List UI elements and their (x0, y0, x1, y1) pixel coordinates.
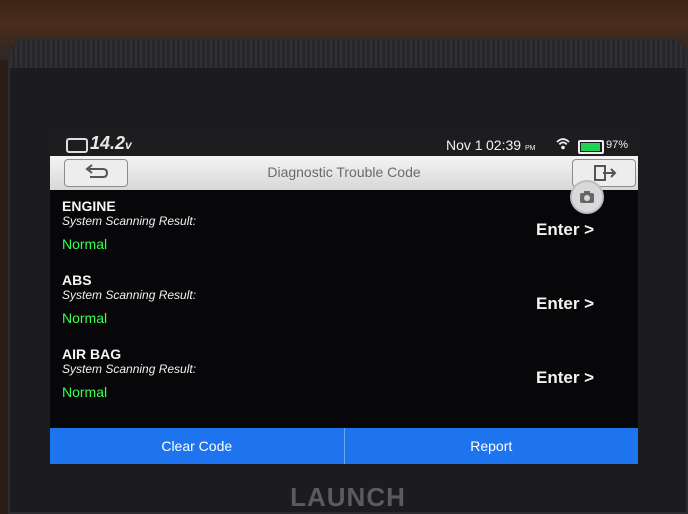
time-suffix: PM (524, 145, 536, 152)
result-value: Normal (62, 236, 108, 252)
device-screen: 14.2v Nov 1 02:39 PM 97% Diagnostic Trou… (50, 132, 638, 464)
system-item-abs: ABS System Scanning Result: Normal Enter… (50, 264, 638, 338)
time-value: 02:39 (486, 137, 522, 153)
system-name: AIR BAG (62, 346, 122, 362)
enter-button-abs[interactable]: Enter > (536, 294, 594, 314)
car-battery-icon (66, 138, 88, 153)
status-date: Nov 1 (446, 137, 483, 153)
clear-code-button[interactable]: Clear Code (50, 428, 344, 464)
system-name: ABS (62, 272, 92, 288)
status-bar: 14.2v Nov 1 02:39 PM 97% (50, 132, 638, 156)
result-label: System Scanning Result: (62, 214, 197, 228)
status-time: 02:39 PM (486, 137, 535, 153)
battery-level-fill (581, 143, 600, 151)
title-bar: Diagnostic Trouble Code (50, 156, 638, 190)
device-rim (10, 40, 686, 68)
voltage-value: 14.2 (90, 133, 126, 153)
system-item-airbag: AIR BAG System Scanning Result: Normal E… (50, 338, 638, 412)
device-brand-logo: LAUNCH (290, 482, 406, 512)
battery-icon (578, 140, 604, 154)
result-value: Normal (62, 384, 108, 400)
battery-percent: 97% (606, 139, 629, 151)
report-button[interactable]: Report (343, 428, 639, 464)
wifi-icon (556, 138, 570, 150)
result-value: Normal (62, 310, 108, 326)
system-item-engine: ENGINE System Scanning Result: Normal En… (50, 190, 638, 264)
bottom-action-bar: Clear Code Report (50, 428, 638, 464)
voltage-readout: 14.2v (90, 133, 132, 154)
enter-button-airbag[interactable]: Enter > (536, 368, 594, 388)
enter-button-engine[interactable]: Enter > (536, 220, 594, 240)
voltage-unit: v (125, 138, 132, 152)
system-list: ENGINE System Scanning Result: Normal En… (50, 190, 638, 426)
result-label: System Scanning Result: (62, 362, 197, 376)
result-label: System Scanning Result: (62, 288, 197, 302)
page-title: Diagnostic Trouble Code (267, 164, 421, 180)
system-name: ENGINE (62, 198, 116, 214)
